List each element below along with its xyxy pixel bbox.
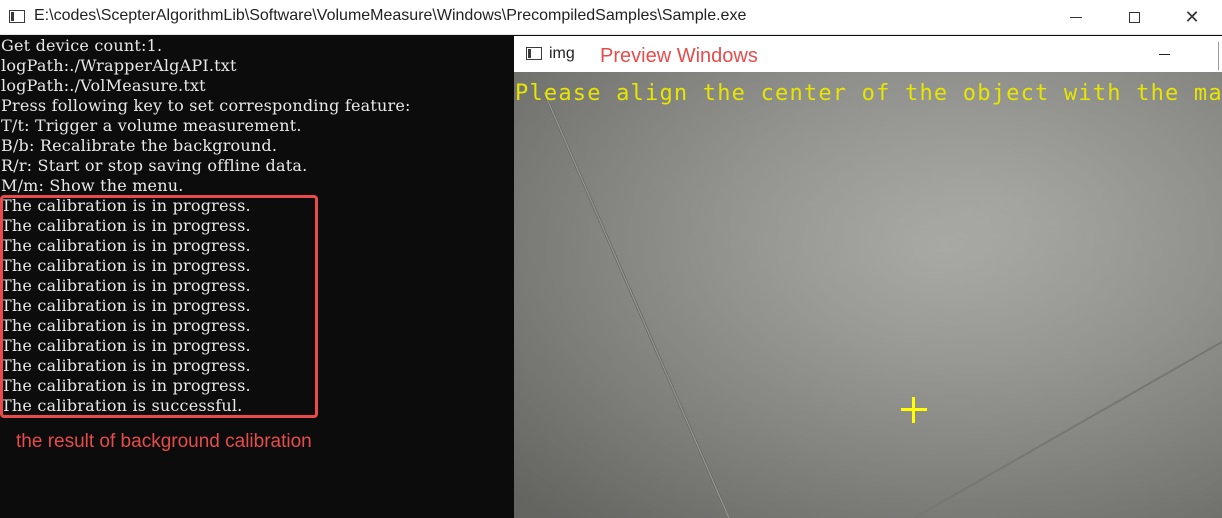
- preview-window-title: img: [549, 45, 575, 62]
- console-line: B/b: Recalibrate the background.: [1, 136, 278, 155]
- console-line: Get device count:1.: [1, 36, 163, 55]
- floor-tile-lines: [514, 72, 1222, 518]
- preview-window: img Preview Windows Please align the cen…: [514, 36, 1222, 518]
- camera-preview-image: Please align the center of the object wi…: [514, 72, 1222, 518]
- calibration-highlight-box: [0, 195, 318, 418]
- mark-point-crosshair-icon: [901, 397, 927, 423]
- console-line: M/m: Show the menu.: [1, 176, 184, 195]
- calibration-annotation: the result of background calibration: [16, 431, 312, 452]
- alignment-hint: Please align the center of the object wi…: [515, 81, 1222, 106]
- minimize-icon: [1158, 53, 1170, 55]
- console-line: R/r: Start or stop saving offline data.: [1, 156, 308, 175]
- console-line: T/t: Trigger a volume measurement.: [1, 116, 302, 135]
- maximize-icon: [1128, 11, 1140, 23]
- preview-title-bar: img Preview Windows: [514, 36, 1222, 72]
- preview-window-edge: [1218, 42, 1222, 70]
- minimize-button[interactable]: [1047, 0, 1105, 34]
- preview-minimize-button[interactable]: [1144, 40, 1184, 68]
- console-line: logPath:./VolMeasure.txt: [1, 76, 206, 95]
- maximize-button[interactable]: [1105, 0, 1163, 34]
- console-window-title: E:\codes\ScepterAlgorithmLib\Software\Vo…: [34, 7, 747, 24]
- console-line: logPath:./WrapperAlgAPI.txt: [1, 56, 237, 75]
- console-line: Press following key to set corresponding…: [1, 96, 411, 115]
- preview-app-icon: [526, 47, 542, 60]
- preview-annotation: Preview Windows: [600, 45, 758, 67]
- console-app-icon: [9, 10, 25, 23]
- close-icon: ✕: [1184, 6, 1200, 27]
- minimize-icon: [1070, 16, 1082, 18]
- console-output[interactable]: Get device count:1. logPath:./WrapperAlgA…: [0, 36, 514, 518]
- close-button[interactable]: ✕: [1163, 0, 1221, 34]
- console-title-bar: E:\codes\ScepterAlgorithmLib\Software\Vo…: [0, 0, 1222, 35]
